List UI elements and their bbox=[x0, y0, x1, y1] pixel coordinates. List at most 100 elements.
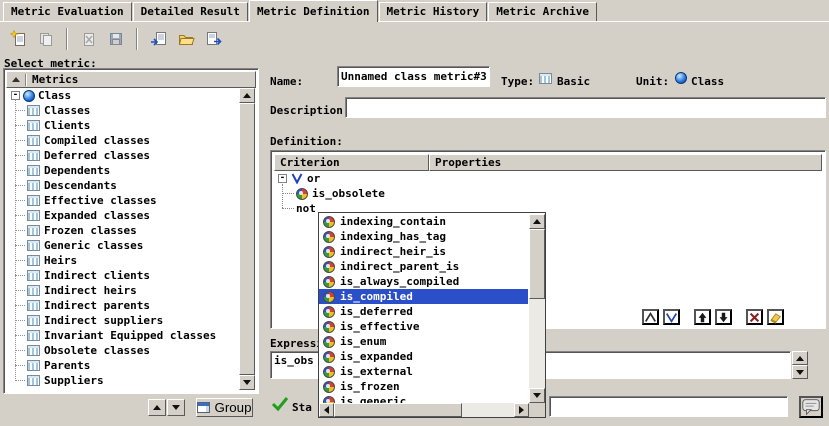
move-criterion-down-button[interactable] bbox=[715, 309, 732, 325]
expression-scrollbar[interactable] bbox=[792, 351, 808, 379]
new-metric-icon bbox=[10, 30, 28, 48]
metric-list: Classes Clients Compiled classes bbox=[15, 103, 239, 388]
tree-item[interactable]: Generic classes bbox=[15, 238, 239, 253]
status-valid-icon bbox=[271, 395, 289, 413]
dropdown-item[interactable]: is_deferred bbox=[319, 304, 528, 319]
dropdown-item[interactable]: is_external bbox=[319, 364, 528, 379]
dropdown-item[interactable]: is_expanded bbox=[319, 349, 528, 364]
tab[interactable]: Metric Evaluation bbox=[3, 2, 132, 21]
up-arrow-icon bbox=[153, 405, 161, 410]
tree-item[interactable]: Parents bbox=[15, 358, 239, 373]
dropdown-item[interactable]: indexing_contain bbox=[319, 214, 528, 229]
description-input[interactable] bbox=[345, 97, 826, 118]
scroll-left-button[interactable] bbox=[319, 403, 334, 417]
delete-metric-button[interactable] bbox=[76, 27, 101, 52]
down-arrow-icon bbox=[172, 405, 180, 410]
dropdown-horizontal-scrollbar[interactable] bbox=[319, 403, 529, 417]
sort-ascending-icon bbox=[12, 77, 20, 82]
copy-metric-button[interactable] bbox=[33, 27, 58, 52]
tree-item[interactable]: Expanded classes bbox=[15, 208, 239, 223]
group-button[interactable]: Group bbox=[196, 398, 253, 417]
scrollbar-thumb[interactable] bbox=[239, 103, 255, 375]
dropdown-item[interactable]: indirect_parent_is bbox=[319, 259, 528, 274]
tab[interactable]: Metric History bbox=[379, 2, 488, 21]
criterion-column-header[interactable]: Criterion bbox=[274, 154, 429, 171]
dropdown-item[interactable]: is_generic bbox=[319, 394, 528, 403]
save-metric-button[interactable] bbox=[103, 27, 128, 52]
tree-item[interactable]: Classes bbox=[15, 103, 239, 118]
metric-icon bbox=[27, 255, 40, 266]
new-metric-button[interactable] bbox=[6, 27, 31, 52]
scroll-up-button[interactable] bbox=[792, 351, 808, 365]
tree-item[interactable]: Clients bbox=[15, 118, 239, 133]
scrollbar-thumb[interactable] bbox=[334, 403, 462, 417]
dropdown-item[interactable]: is_enum bbox=[319, 334, 528, 349]
criterion-row-or[interactable]: - or bbox=[274, 171, 822, 186]
scroll-up-button[interactable] bbox=[239, 88, 255, 103]
dropdown-item[interactable]: indirect_heir_is bbox=[319, 244, 528, 259]
export-metrics-button[interactable] bbox=[200, 27, 225, 52]
group-button-label: Group bbox=[214, 400, 251, 415]
comment-button[interactable] bbox=[799, 396, 823, 418]
tree-item[interactable]: Indirect parents bbox=[15, 298, 239, 313]
move-criterion-up-button[interactable] bbox=[694, 309, 711, 325]
scroll-down-button[interactable] bbox=[239, 375, 255, 390]
erase-criterion-button[interactable] bbox=[767, 309, 784, 325]
toolbar-separator bbox=[136, 28, 138, 50]
scrollbar-track[interactable] bbox=[334, 403, 514, 417]
tree-item[interactable]: Deferred classes bbox=[15, 148, 239, 163]
dropdown-vertical-scrollbar[interactable] bbox=[529, 214, 545, 403]
tab[interactable]: Metric Archive bbox=[488, 2, 597, 21]
tree-item[interactable]: Compiled classes bbox=[15, 133, 239, 148]
metric-icon bbox=[27, 315, 40, 326]
delete-criterion-button[interactable] bbox=[746, 309, 763, 325]
tree-item[interactable]: Frozen classes bbox=[15, 223, 239, 238]
properties-column-header[interactable]: Properties bbox=[429, 154, 822, 171]
tree-item[interactable]: Indirect heirs bbox=[15, 283, 239, 298]
scrollbar-thumb[interactable] bbox=[529, 229, 545, 299]
name-input[interactable] bbox=[337, 66, 490, 87]
metric-comment-input[interactable] bbox=[549, 396, 788, 417]
criterion-row-is-obsolete[interactable]: is_obsolete bbox=[274, 186, 822, 201]
unit-label: Unit: bbox=[636, 75, 669, 88]
tab[interactable]: Metric Definition bbox=[249, 0, 378, 22]
import-metrics-button[interactable] bbox=[146, 27, 171, 52]
scroll-down-button[interactable] bbox=[792, 365, 808, 379]
dropdown-item[interactable]: is_compiled bbox=[319, 289, 528, 304]
tree-item[interactable]: Suppliers bbox=[15, 373, 239, 388]
tree-item-label: Clients bbox=[44, 119, 90, 132]
move-metric-up-button[interactable] bbox=[148, 399, 166, 416]
tree-item[interactable]: Indirect suppliers bbox=[15, 313, 239, 328]
move-metric-down-button[interactable] bbox=[167, 399, 185, 416]
or-criterion-button[interactable] bbox=[663, 309, 680, 325]
metric-icon bbox=[27, 300, 40, 311]
tab[interactable]: Detailed Result bbox=[133, 2, 248, 21]
metric-icon bbox=[27, 210, 40, 221]
metric-icon bbox=[27, 195, 40, 206]
dropdown-item[interactable]: indexing_has_tag bbox=[319, 229, 528, 244]
open-metric-file-button[interactable] bbox=[173, 27, 198, 52]
dropdown-item[interactable]: is_always_compiled bbox=[319, 274, 528, 289]
tree-item-class-root[interactable]: - Class bbox=[7, 88, 239, 103]
collapse-icon[interactable]: - bbox=[278, 174, 287, 183]
metrics-column-header[interactable]: Metrics bbox=[6, 71, 256, 88]
tree-item[interactable]: Descendants bbox=[15, 178, 239, 193]
dropdown-item-label: is_expanded bbox=[340, 350, 413, 363]
definition-label: Definition: bbox=[270, 135, 343, 148]
and-criterion-button[interactable] bbox=[642, 309, 659, 325]
tree-item[interactable]: Dependents bbox=[15, 163, 239, 178]
dropdown-item[interactable]: is_effective bbox=[319, 319, 528, 334]
tree-item[interactable]: Invariant Equipped classes bbox=[15, 328, 239, 343]
tree-item[interactable]: Obsolete classes bbox=[15, 343, 239, 358]
tree-item[interactable]: Effective classes bbox=[15, 193, 239, 208]
dropdown-item[interactable]: is_frozen bbox=[319, 379, 528, 394]
scroll-right-button[interactable] bbox=[514, 403, 529, 417]
tree-scrollbar[interactable] bbox=[239, 88, 255, 390]
scroll-up-button[interactable] bbox=[529, 214, 545, 229]
tree-item[interactable]: Indirect clients bbox=[15, 268, 239, 283]
scrollbar-track[interactable] bbox=[529, 229, 545, 388]
metric-tree: - Class Classes Clients bbox=[7, 88, 239, 390]
dropdown-item-label: is_effective bbox=[340, 320, 419, 333]
tree-item[interactable]: Heirs bbox=[15, 253, 239, 268]
scroll-down-button[interactable] bbox=[529, 388, 545, 403]
